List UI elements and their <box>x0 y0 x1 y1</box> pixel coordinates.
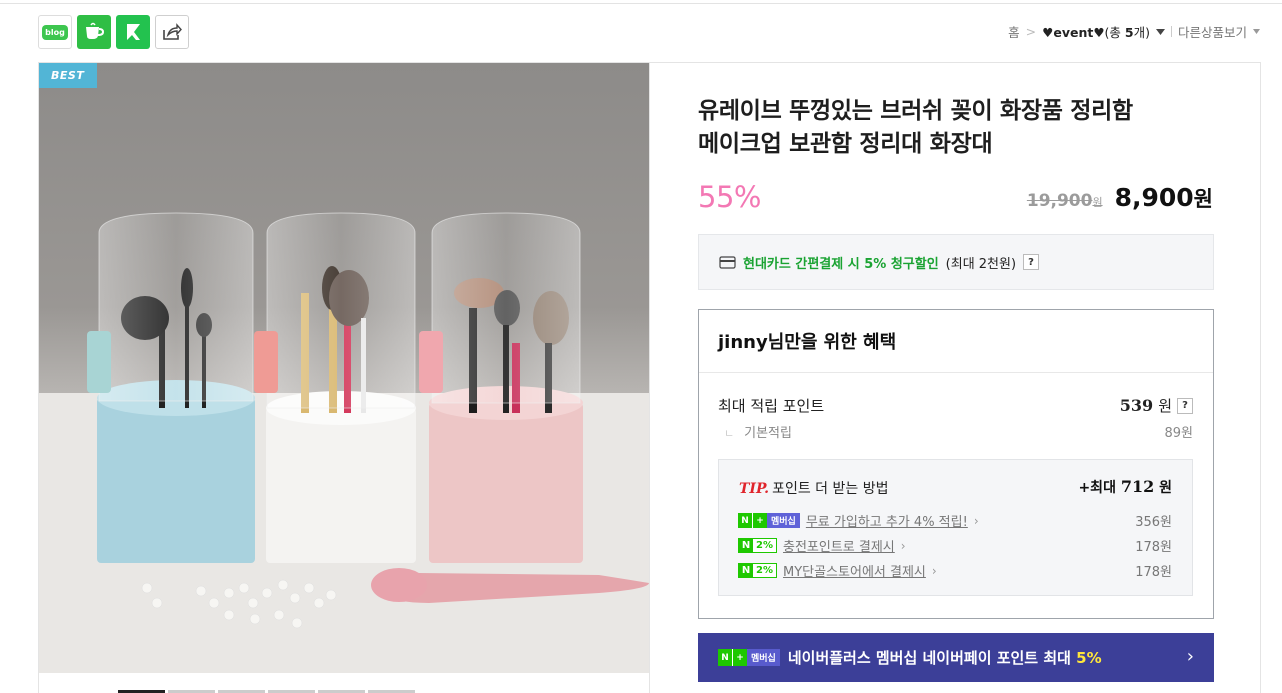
breadcrumb-home[interactable]: 홈 <box>1008 22 1020 41</box>
naver-n-icon: N <box>738 513 752 528</box>
category-count-prefix: (총 <box>1104 25 1125 40</box>
category-count-suffix: 개) <box>1133 25 1150 40</box>
tip-max: +최대 712 원 <box>1078 477 1172 497</box>
points-help-button[interactable]: ? <box>1177 397 1193 414</box>
basic-points-value: 89원 <box>1164 426 1193 441</box>
breadcrumb-category[interactable]: ♥event♥(총 5개) <box>1042 22 1150 41</box>
cafe-share-button[interactable] <box>77 15 111 49</box>
sale-price: 8,900원 <box>1115 183 1213 213</box>
tip-max-prefix: +최대 <box>1078 480 1116 496</box>
kakaostory-icon <box>127 24 140 40</box>
product-title: 유레이브 뚜껑있는 브러쉬 꽂이 화장품 정리함 메이크업 보관함 정리대 화장… <box>698 95 1218 161</box>
max-points-row: 최대 적립 포인트 539 원 ? <box>718 395 1193 416</box>
membership-badge: N + 멤버십 <box>718 649 780 666</box>
original-price: 19,900원 <box>1027 191 1103 211</box>
basic-points-row: 기본적립 89원 <box>724 422 1193 441</box>
max-points-amount: 539 원 ? <box>1120 395 1193 416</box>
tip-row-value: 178원 <box>1135 565 1172 580</box>
tip-title-text: 포인트 더 받는 방법 <box>772 481 889 497</box>
share-toolbar: blog <box>38 15 189 49</box>
naver-pay-badge: N 2% <box>738 538 777 553</box>
tip-row-value: 356원 <box>1135 515 1172 530</box>
breadcrumb-separator: > <box>1025 24 1037 39</box>
my-store-link[interactable]: MY단골스토어에서 결제시 <box>783 561 926 580</box>
tip-title: TIP. 포인트 더 받는 방법 <box>739 478 888 498</box>
naver-pay-badge: N 2% <box>738 563 777 578</box>
tip-max-value: 712 <box>1120 477 1155 496</box>
naver-n-icon: N <box>739 564 753 577</box>
tip-row-charge-points: N 2% 충전포인트로 결제시 › 178원 <box>738 536 1172 555</box>
category-count: 5 <box>1124 25 1134 40</box>
other-products-link[interactable]: 다른상품보기 <box>1178 22 1247 41</box>
best-badge: BEST <box>39 63 98 88</box>
chevron-down-icon <box>1253 29 1260 34</box>
kakaostory-share-button[interactable] <box>116 15 150 49</box>
card-discount-note: (최대 2천원) <box>945 256 1017 272</box>
benefit-panel: jinny님만을 위한 혜택 최대 적립 포인트 539 원 ? 기본적립 89… <box>698 309 1214 619</box>
charge-points-link[interactable]: 충전포인트로 결제시 <box>783 536 895 555</box>
percent-badge-label: 2% <box>753 564 776 577</box>
chevron-right-icon: › <box>1186 646 1194 667</box>
product-title-line2: 메이크업 보관함 정리대 화장대 <box>698 131 993 157</box>
membership-badge-label: 멤버십 <box>747 649 780 666</box>
banner-highlight: 5% <box>1076 649 1102 667</box>
membership-badge-label: 멤버십 <box>767 513 800 528</box>
max-points-label: 최대 적립 포인트 <box>718 397 825 415</box>
chevron-right-icon: › <box>931 563 937 578</box>
top-divider <box>0 3 1282 4</box>
tip-max-unit: 원 <box>1159 480 1172 496</box>
blog-icon: blog <box>42 24 68 40</box>
plus-icon: + <box>752 513 767 528</box>
chevron-right-icon: › <box>900 538 906 553</box>
blog-share-button[interactable]: blog <box>38 15 72 49</box>
product-photo-illustration <box>39 212 649 673</box>
membership-badge: N + 멤버십 <box>738 513 800 528</box>
card-discount-text: 현대카드 간편결제 시 5% 청구할인 <box>743 256 939 272</box>
basic-points-label: 기본적립 <box>724 422 792 441</box>
credit-card-icon <box>719 255 736 269</box>
tip-box: TIP. 포인트 더 받는 방법 +최대 712 원 N + 멤버십 무료 가입하고 … <box>718 459 1193 596</box>
product-image[interactable] <box>39 63 649 673</box>
card-discount-help-button[interactable]: ? <box>1023 254 1040 270</box>
tip-label: TIP. <box>739 481 770 497</box>
membership-signup-link[interactable]: 무료 가입하고 추가 4% 적립! <box>806 511 968 530</box>
card-discount-banner[interactable]: 현대카드 간편결제 시 5% 청구할인 (최대 2천원) ? <box>698 234 1214 290</box>
naver-plus-membership-banner[interactable]: N + 멤버십 네이버플러스 멤버십 네이버페이 포인트 최대 5% › <box>698 633 1214 682</box>
chevron-right-icon: › <box>973 513 979 528</box>
max-points-value: 539 <box>1119 396 1154 415</box>
banner-text: 네이버플러스 멤버십 네이버페이 포인트 최대 5% <box>788 647 1102 668</box>
sale-price-unit: 원 <box>1193 187 1213 211</box>
panel-divider <box>649 63 650 693</box>
benefit-header: jinny님만을 위한 혜택 <box>699 310 1213 373</box>
original-price-unit: 원 <box>1092 196 1103 209</box>
discount-rate: 55% <box>698 180 761 214</box>
cafe-icon <box>86 22 105 39</box>
share-icon <box>163 23 182 40</box>
naver-n-icon: N <box>739 539 753 552</box>
percent-badge-label: 2% <box>753 539 776 552</box>
sale-price-value: 8,900 <box>1114 183 1194 212</box>
plus-icon: + <box>732 649 747 666</box>
product-title-line1: 유레이브 뚜껑있는 브러쉬 꽂이 화장품 정리함 <box>698 98 1133 124</box>
breadcrumb-divider <box>1170 26 1172 37</box>
original-price-value: 19,900 <box>1026 191 1093 211</box>
tip-row-value: 178원 <box>1135 540 1172 555</box>
max-points-unit: 원 <box>1158 397 1172 415</box>
naver-n-icon: N <box>718 649 732 666</box>
banner-text-main: 네이버플러스 멤버십 네이버페이 포인트 최대 <box>787 649 1071 667</box>
caret-down-icon[interactable] <box>1155 28 1165 35</box>
tip-row-membership: N + 멤버십 무료 가입하고 추가 4% 적립! › 356원 <box>738 511 1172 530</box>
breadcrumb: 홈 > ♥event♥(총 5개) 다른상품보기 <box>1008 22 1260 41</box>
tip-row-my-store: N 2% MY단골스토어에서 결제시 › 178원 <box>738 561 1172 580</box>
share-button[interactable] <box>155 15 189 49</box>
category-name: ♥event♥ <box>1042 25 1105 40</box>
price-block: 19,900원 8,900원 <box>1027 183 1213 213</box>
